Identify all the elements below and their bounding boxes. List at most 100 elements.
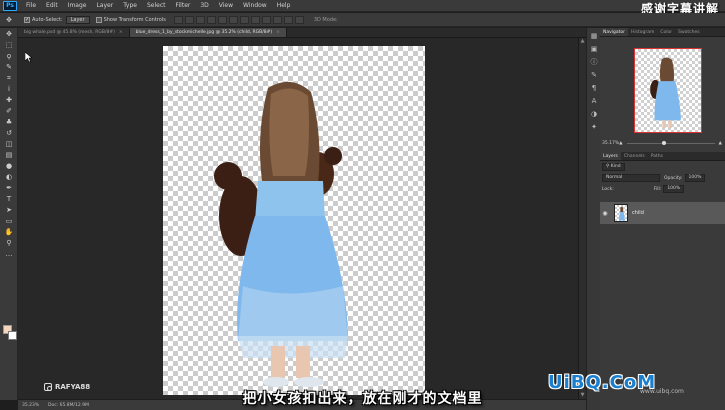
show-transform-option[interactable]: Show Transform Controls: [95, 16, 166, 23]
eye-icon[interactable]: ◉: [600, 210, 610, 217]
vertical-scrollbar[interactable]: ▲ ▼: [578, 38, 586, 399]
zoom-slider[interactable]: [626, 141, 715, 145]
paragraph-icon[interactable]: ¶: [589, 83, 599, 93]
arrow-cursor-icon: [25, 52, 33, 62]
navigator-preview[interactable]: [634, 48, 702, 133]
menu-layer[interactable]: Layer: [91, 0, 118, 12]
menu-select[interactable]: Select: [142, 0, 171, 12]
layer-row-child[interactable]: ◉ child: [600, 202, 725, 224]
distribute-middle-button[interactable]: [250, 15, 260, 24]
align-top-button[interactable]: [173, 15, 183, 24]
distribute-center-button[interactable]: [283, 15, 293, 24]
tab-navigator[interactable]: Navigator: [600, 28, 629, 36]
menu-3d[interactable]: 3D: [195, 0, 213, 12]
eyedropper-tool[interactable]: ⅰ: [2, 84, 16, 94]
dodge-tool[interactable]: ◐: [2, 172, 16, 182]
brush-tool[interactable]: ✐: [2, 106, 16, 116]
navigator-zoom-value[interactable]: 35.17%: [602, 141, 619, 146]
pen-tool[interactable]: ✒: [2, 183, 16, 193]
crop-tool[interactable]: ⌗: [2, 73, 16, 83]
tab-paths[interactable]: Paths: [648, 152, 666, 160]
path-selection-tool[interactable]: ➤: [2, 205, 16, 215]
show-transform-label: Show Transform Controls: [103, 16, 166, 23]
tab-channels[interactable]: Channels: [621, 152, 648, 160]
styles-icon[interactable]: ✦: [589, 122, 599, 132]
menu-window[interactable]: Window: [238, 0, 272, 12]
menu-view[interactable]: View: [214, 0, 238, 12]
distribute-left-button[interactable]: [272, 15, 282, 24]
lasso-tool[interactable]: ϙ: [2, 51, 16, 61]
scroll-up-icon[interactable]: ▲: [579, 38, 586, 45]
zoom-slider-knob[interactable]: [661, 141, 666, 145]
fill-label: Fill:: [653, 186, 662, 192]
close-icon[interactable]: ×: [119, 28, 123, 38]
gradient-tool[interactable]: ▤: [2, 150, 16, 160]
layer-thumbnail-image: [619, 206, 625, 221]
zoom-tool[interactable]: ⚲: [2, 238, 16, 248]
layer-name[interactable]: child: [632, 210, 644, 216]
tab-color[interactable]: Color: [657, 28, 675, 36]
close-icon[interactable]: ×: [276, 28, 280, 38]
history-brush-tool[interactable]: ↺: [2, 128, 16, 138]
menu-filter[interactable]: Filter: [171, 0, 196, 12]
clone-stamp-tool[interactable]: ♣: [2, 117, 16, 127]
auto-select-dropdown[interactable]: Layer: [65, 15, 90, 24]
eraser-tool[interactable]: ◫: [2, 139, 16, 149]
shape-tool[interactable]: ▭: [2, 216, 16, 226]
type-tool[interactable]: T: [2, 194, 16, 204]
girl-image[interactable]: [163, 46, 425, 395]
align-left-button[interactable]: [206, 15, 216, 24]
marquee-tool[interactable]: ⬚: [2, 40, 16, 50]
tab-histogram[interactable]: Histogram: [628, 28, 657, 36]
opacity-label: Opacity:: [664, 175, 683, 181]
kind-filter-label: Kind: [610, 164, 621, 169]
adjustments-icon[interactable]: ◑: [589, 109, 599, 119]
canvas-area[interactable]: RAFYA88: [18, 38, 586, 399]
hand-tool[interactable]: ✋: [2, 227, 16, 237]
menu-bar: Ps File Edit Image Layer Type Select Fil…: [0, 0, 725, 12]
move-tool[interactable]: ✥: [2, 29, 16, 39]
background-color[interactable]: [8, 331, 17, 340]
blend-mode-dropdown[interactable]: Normal: [602, 174, 660, 182]
menu-file[interactable]: File: [21, 0, 41, 12]
more-tools[interactable]: …: [2, 249, 16, 259]
align-bottom-button[interactable]: [195, 15, 205, 24]
document-tabs: big whale.psd @ 45.8% (mesh, RGB/8#) × b…: [18, 28, 595, 38]
align-center-button[interactable]: [217, 15, 227, 24]
distribute-right-button[interactable]: [294, 15, 304, 24]
quick-select-tool[interactable]: ✎: [2, 62, 16, 72]
info-icon[interactable]: ⓘ: [589, 57, 599, 67]
zoom-in-icon[interactable]: ▲: [719, 141, 722, 146]
lock-label: Lock:: [602, 186, 614, 192]
move-tool-icon[interactable]: ✥: [2, 15, 16, 25]
healing-brush-tool[interactable]: ✚: [2, 95, 16, 105]
menu-edit[interactable]: Edit: [41, 0, 63, 12]
tab-label: big whale.psd @ 45.8% (mesh, RGB/8#): [24, 29, 115, 35]
zoom-out-icon[interactable]: ▲: [619, 141, 622, 146]
auto-select-option[interactable]: ✓ Auto-Select: Layer: [24, 15, 90, 24]
show-transform-checkbox[interactable]: [95, 16, 102, 23]
layer-filter-row: ⚲ Kind: [602, 162, 723, 172]
tab-label: blue_dress_1_by_stockmichelle.jpg @ 35.2…: [135, 29, 273, 35]
distribute-top-button[interactable]: [239, 15, 249, 24]
properties-icon[interactable]: ▣: [589, 44, 599, 54]
menu-type[interactable]: Type: [118, 0, 142, 12]
document-canvas[interactable]: [163, 46, 425, 395]
align-middle-button[interactable]: [184, 15, 194, 24]
distribute-bottom-button[interactable]: [261, 15, 271, 24]
blur-tool[interactable]: ●: [2, 161, 16, 171]
opacity-input[interactable]: 100%: [684, 174, 706, 182]
fill-input[interactable]: 100%: [663, 185, 685, 193]
tab-blue-dress[interactable]: blue_dress_1_by_stockmichelle.jpg @ 35.2…: [129, 28, 287, 38]
tab-swatches[interactable]: Swatches: [675, 28, 703, 36]
character-icon[interactable]: A: [589, 96, 599, 106]
menu-help[interactable]: Help: [272, 0, 296, 12]
tab-big-whale[interactable]: big whale.psd @ 45.8% (mesh, RGB/8#) ×: [18, 28, 130, 37]
brush-settings-icon[interactable]: ✎: [589, 70, 599, 80]
auto-select-checkbox[interactable]: ✓: [24, 16, 30, 23]
tab-layers[interactable]: Layers: [600, 152, 621, 160]
align-right-button[interactable]: [228, 15, 238, 24]
history-icon[interactable]: ▦: [589, 31, 599, 41]
menu-image[interactable]: Image: [63, 0, 92, 12]
kind-filter-dropdown[interactable]: ⚲ Kind: [602, 163, 625, 171]
